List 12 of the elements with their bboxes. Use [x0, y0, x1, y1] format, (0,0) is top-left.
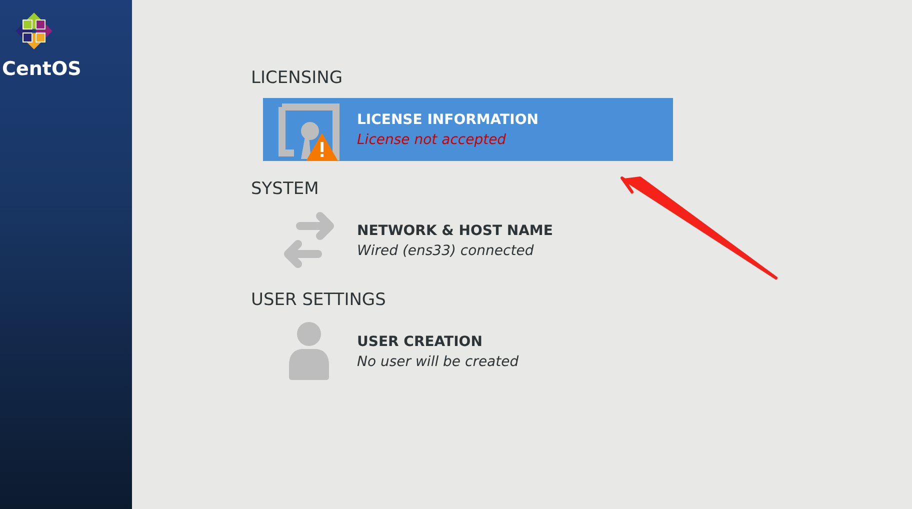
item-status: License not accepted: [357, 132, 508, 148]
item-status: No user will be created: [357, 354, 519, 370]
section-heading: USER SETTINGS: [251, 290, 387, 310]
hub-item[interactable]: USER CREATION No user will be created: [263, 320, 673, 383]
item-title: USER CREATION: [357, 334, 484, 350]
hub-item[interactable]: NETWORK & HOST NAME Wired (ens33) connected: [263, 209, 673, 272]
section-heading: LICENSING: [251, 68, 344, 88]
logo-text: CentOS: [2, 58, 82, 80]
item-status: Wired (ens33) connected: [357, 242, 535, 258]
section-heading: SYSTEM: [251, 179, 320, 199]
item-title: LICENSE INFORMATION: [357, 112, 538, 128]
item-title: NETWORK & HOST NAME: [357, 222, 553, 238]
